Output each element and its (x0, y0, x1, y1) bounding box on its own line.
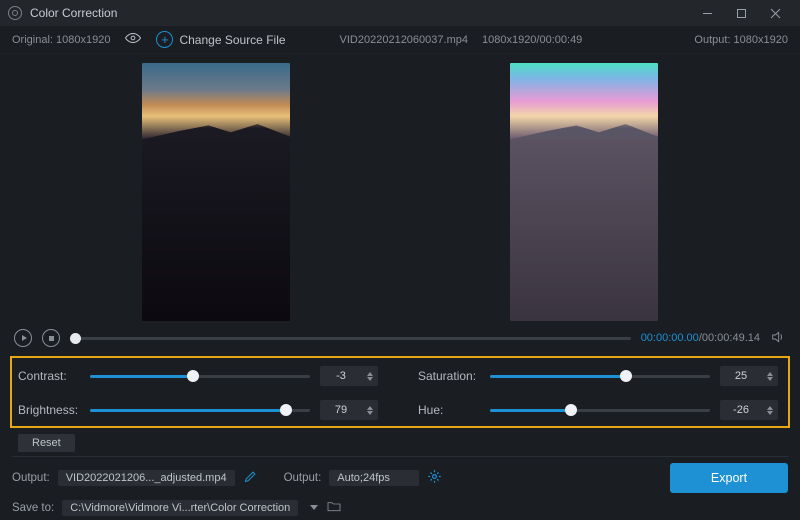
hue-stepper[interactable]: -26 (720, 400, 778, 420)
save-to-path-field[interactable]: C:\Vidmore\Vidmore Vi...rter\Color Corre… (62, 500, 298, 516)
source-fileinfo: 1080x1920/00:00:49 (482, 34, 582, 46)
stop-button[interactable] (42, 329, 60, 347)
saturation-value: 25 (720, 370, 762, 382)
contrast-value: -3 (320, 370, 362, 382)
plus-circle-icon: + (156, 31, 173, 48)
timecode: 00:00:00.00/00:00:49.14 (641, 332, 760, 344)
edit-filename-icon[interactable] (243, 469, 258, 487)
output-file-label: Output: (12, 472, 50, 484)
source-filename: VID20220212060037.mp4 (340, 34, 468, 46)
app-icon (8, 6, 22, 20)
title-bar: Color Correction (0, 0, 800, 26)
saturation-label: Saturation: (418, 369, 480, 383)
brightness-value: 79 (320, 404, 362, 416)
bottom-panel: Output: VID2022021206..._adjusted.mp4 Ou… (0, 459, 800, 516)
brightness-slider[interactable] (90, 409, 310, 412)
window-title: Color Correction (30, 6, 117, 20)
header-bar: Original: 1080x1920 + Change Source File… (0, 26, 800, 54)
contrast-slider[interactable] (90, 375, 310, 378)
color-controls-panel: Contrast: -3 Saturation: 25 Brightness: (10, 356, 790, 428)
preview-area (0, 54, 800, 324)
export-button[interactable]: Export (670, 463, 788, 493)
original-dimensions-label: Original: 1080x1920 (12, 34, 110, 46)
save-to-label: Save to: (12, 502, 54, 514)
change-source-label: Change Source File (179, 33, 285, 47)
brightness-stepper[interactable]: 79 (320, 400, 378, 420)
maximize-button[interactable] (724, 0, 758, 26)
divider (12, 456, 788, 457)
playback-bar: 00:00:00.00/00:00:49.14 (0, 324, 800, 352)
hue-slider[interactable] (490, 409, 710, 412)
contrast-label: Contrast: (18, 369, 80, 383)
output-settings-icon[interactable] (427, 469, 442, 487)
preview-toggle-icon[interactable] (124, 29, 142, 50)
change-source-button[interactable]: + Change Source File (156, 31, 285, 48)
output-filename-field[interactable]: VID2022021206..._adjusted.mp4 (58, 470, 235, 486)
saturation-slider[interactable] (490, 375, 710, 378)
output-format-label: Output: (284, 472, 322, 484)
original-preview (142, 63, 290, 321)
open-folder-icon[interactable] (326, 499, 342, 516)
saturation-control: Saturation: 25 (418, 366, 778, 386)
output-format-field[interactable]: Auto;24fps (329, 470, 419, 486)
output-dimensions-label: Output: 1080x1920 (694, 34, 788, 46)
duration: 00:00:49.14 (702, 332, 760, 344)
current-time: 00:00:00.00 (641, 332, 699, 344)
brightness-label: Brightness: (18, 403, 80, 417)
contrast-control: Contrast: -3 (18, 366, 378, 386)
adjusted-preview (510, 63, 658, 321)
close-button[interactable] (758, 0, 792, 26)
volume-icon[interactable] (770, 329, 786, 348)
timeline-scrubber[interactable] (70, 337, 631, 340)
save-path-dropdown-icon[interactable] (310, 505, 318, 510)
hue-control: Hue: -26 (418, 400, 778, 420)
saturation-stepper[interactable]: 25 (720, 366, 778, 386)
hue-value: -26 (720, 404, 762, 416)
hue-label: Hue: (418, 403, 480, 417)
reset-button[interactable]: Reset (18, 434, 75, 452)
minimize-button[interactable] (690, 0, 724, 26)
contrast-stepper[interactable]: -3 (320, 366, 378, 386)
brightness-control: Brightness: 79 (18, 400, 378, 420)
play-button[interactable] (14, 329, 32, 347)
